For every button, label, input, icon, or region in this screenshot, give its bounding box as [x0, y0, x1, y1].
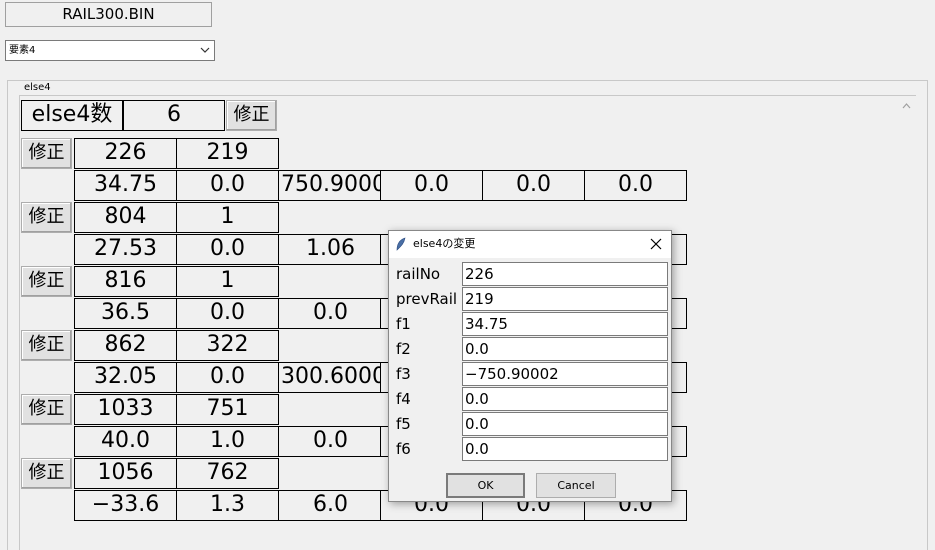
edit-else4-dialog: else4の変更 railNo 226 prevRail 219 f1 34.75 f2 0.…	[388, 230, 672, 502]
rail-no-cell: 226	[74, 138, 177, 169]
count-modify-button[interactable]: 修正	[226, 100, 277, 131]
record-modify-button[interactable]: 修正	[21, 138, 72, 169]
ok-button[interactable]: OK	[446, 473, 525, 498]
scroll-up-arrow-icon[interactable]	[902, 102, 911, 109]
field-input-f6[interactable]: 0.0	[462, 437, 668, 461]
value-cell-f2: 0.0	[176, 170, 279, 201]
rail-no-cell: 1033	[74, 394, 177, 425]
vertical-scrollbar[interactable]	[898, 96, 915, 547]
rail-no-cell: 862	[74, 330, 177, 361]
value-cell-f1: 32.05	[74, 362, 177, 393]
value-cell-f3: 0.0	[278, 426, 381, 457]
rail-no-cell: 816	[74, 266, 177, 297]
record-modify-button[interactable]: 修正	[21, 458, 72, 489]
record-modify-button[interactable]: 修正	[21, 330, 72, 361]
element-select[interactable]: 要素4	[5, 40, 215, 61]
value-cell-f1: −33.6	[74, 490, 177, 521]
close-icon[interactable]	[649, 237, 663, 251]
field-input-f3[interactable]: −750.90002	[462, 362, 668, 386]
field-input-prevRail[interactable]: 219	[462, 287, 668, 311]
field-input-f5[interactable]: 0.0	[462, 412, 668, 436]
field-label-f2: f2	[396, 340, 411, 358]
rail-no-cell: 804	[74, 202, 177, 233]
prev-rail-cell: 1	[176, 266, 279, 297]
field-label-f5: f5	[396, 415, 411, 433]
else4-count-label: else4数	[21, 100, 123, 131]
value-cell-f1: 40.0	[74, 426, 177, 457]
field-label-f6: f6	[396, 440, 411, 458]
value-cell-f2: 0.0	[176, 234, 279, 265]
record-modify-button[interactable]: 修正	[21, 394, 72, 425]
value-cell-f2: 1.3	[176, 490, 279, 521]
value-cell-f3: 300.6000	[278, 362, 381, 393]
field-label-f4: f4	[396, 390, 411, 408]
prev-rail-cell: 762	[176, 458, 279, 489]
prev-rail-cell: 751	[176, 394, 279, 425]
field-label-railNo: railNo	[396, 265, 441, 283]
prev-rail-cell: 322	[176, 330, 279, 361]
value-cell-f6: 0.0	[584, 170, 687, 201]
value-cell-f1: 27.53	[74, 234, 177, 265]
value-cell-f2: 0.0	[176, 298, 279, 329]
file-name-label: RAIL300.BIN	[5, 2, 212, 27]
else4-count-value: 6	[123, 100, 225, 131]
feather-icon	[396, 237, 406, 251]
rail-no-cell: 1056	[74, 458, 177, 489]
field-input-railNo[interactable]: 226	[462, 262, 668, 286]
record-modify-button[interactable]: 修正	[21, 202, 72, 233]
value-cell-f1: 34.75	[74, 170, 177, 201]
value-cell-f4: 0.0	[380, 170, 483, 201]
field-label-prevRail: prevRail	[396, 290, 458, 308]
prev-rail-cell: 219	[176, 138, 279, 169]
field-label-f1: f1	[396, 315, 411, 333]
field-input-f1[interactable]: 34.75	[462, 312, 668, 336]
value-cell-f3: 750.9000	[278, 170, 381, 201]
field-input-f2[interactable]: 0.0	[462, 337, 668, 361]
else4-group-label: else4	[22, 82, 53, 94]
prev-rail-cell: 1	[176, 202, 279, 233]
field-label-f3: f3	[396, 365, 411, 383]
field-input-f4[interactable]: 0.0	[462, 387, 668, 411]
record-modify-button[interactable]: 修正	[21, 266, 72, 297]
value-cell-f2: 0.0	[176, 362, 279, 393]
cancel-button[interactable]: Cancel	[536, 473, 616, 498]
dialog-titlebar[interactable]: else4の変更	[389, 231, 671, 258]
chevron-down-icon	[200, 47, 210, 53]
value-cell-f1: 36.5	[74, 298, 177, 329]
value-cell-f3: 6.0	[278, 490, 381, 521]
value-cell-f5: 0.0	[482, 170, 585, 201]
element-select-value: 要素4	[9, 45, 36, 56]
value-cell-f3: 1.06	[278, 234, 381, 265]
dialog-title: else4の変更	[413, 237, 476, 250]
value-cell-f2: 1.0	[176, 426, 279, 457]
value-cell-f3: 0.0	[278, 298, 381, 329]
